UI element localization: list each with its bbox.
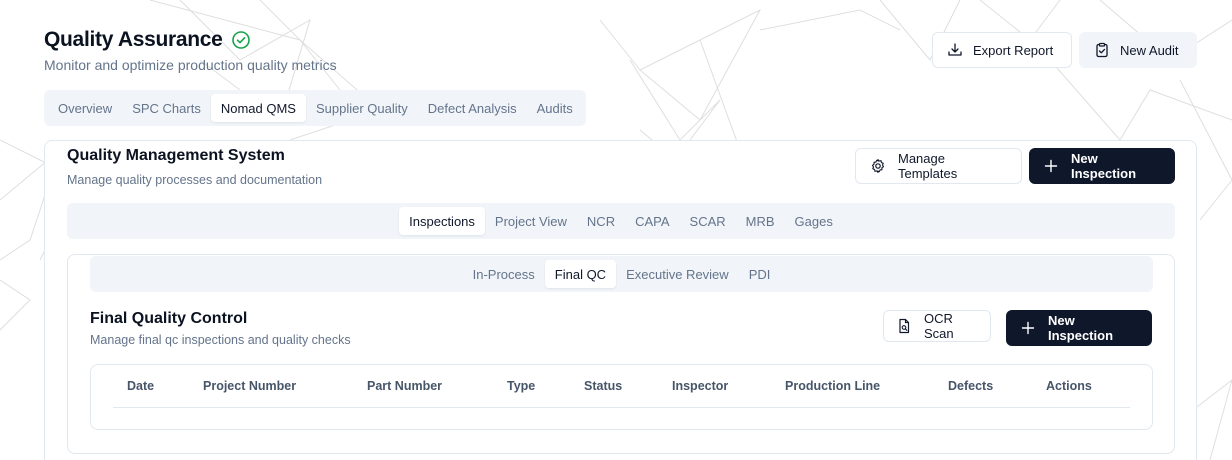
- qms-tabs: Inspections Project View NCR CAPA SCAR M…: [67, 203, 1175, 239]
- page: Quality Assurance Monitor and optimize p…: [0, 0, 1232, 460]
- tab-inspections[interactable]: Inspections: [399, 207, 485, 235]
- clipboard-check-icon: [1094, 42, 1110, 58]
- download-tray-icon: [947, 42, 963, 58]
- qms-card: Quality Management System Manage quality…: [44, 140, 1197, 460]
- col-actions[interactable]: Actions: [1046, 379, 1092, 393]
- tab-in-process[interactable]: In-Process: [463, 260, 545, 288]
- gear-icon: [870, 158, 886, 174]
- export-report-button[interactable]: Export Report: [932, 32, 1072, 68]
- tab-spc-charts[interactable]: SPC Charts: [122, 94, 211, 122]
- tab-nomad-qms[interactable]: Nomad QMS: [210, 94, 306, 122]
- page-subtitle: Monitor and optimize production quality …: [44, 57, 337, 73]
- tab-gages[interactable]: Gages: [785, 207, 843, 235]
- ocr-scan-label: OCR Scan: [924, 311, 954, 341]
- plus-icon: [1020, 320, 1036, 336]
- tab-scar[interactable]: SCAR: [680, 207, 736, 235]
- manage-templates-button[interactable]: Manage Templates: [855, 148, 1022, 184]
- file-scan-icon: [896, 318, 912, 334]
- main-tabs: Overview SPC Charts Nomad QMS Supplier Q…: [44, 90, 586, 126]
- col-project-number[interactable]: Project Number: [203, 379, 296, 393]
- tab-audits[interactable]: Audits: [527, 94, 583, 122]
- col-status[interactable]: Status: [584, 379, 622, 393]
- check-circle-icon: [231, 30, 251, 50]
- final-qc-title: Final Quality Control: [90, 310, 248, 327]
- plus-icon: [1043, 158, 1059, 174]
- final-qc-subtitle: Manage final qc inspections and quality …: [90, 333, 351, 347]
- page-title-row: Quality Assurance: [44, 28, 251, 52]
- inspections-card: In-Process Final QC Executive Review PDI…: [67, 254, 1175, 454]
- qms-title: Quality Management System: [67, 147, 285, 164]
- col-part-number[interactable]: Part Number: [367, 379, 442, 393]
- page-title: Quality Assurance: [44, 28, 223, 51]
- col-type[interactable]: Type: [507, 379, 535, 393]
- inspection-stage-tabs: In-Process Final QC Executive Review PDI: [90, 256, 1153, 292]
- new-final-inspection-button[interactable]: New Inspection: [1006, 310, 1152, 346]
- new-final-inspection-label: New Inspection: [1048, 313, 1114, 343]
- tab-overview[interactable]: Overview: [48, 94, 122, 122]
- qms-subtitle: Manage quality processes and documentati…: [67, 173, 323, 187]
- export-report-label: Export Report: [973, 42, 1054, 58]
- col-inspector[interactable]: Inspector: [672, 379, 728, 393]
- tab-mrb[interactable]: MRB: [736, 207, 785, 235]
- col-date[interactable]: Date: [127, 379, 154, 393]
- col-defects[interactable]: Defects: [948, 379, 993, 393]
- tab-defect-analysis[interactable]: Defect Analysis: [418, 94, 527, 122]
- tab-pdi[interactable]: PDI: [739, 260, 781, 288]
- inspections-table: Date Project Number Part Number Type Sta…: [90, 364, 1153, 430]
- tab-ncr[interactable]: NCR: [577, 207, 625, 235]
- new-inspection-label: New Inspection: [1071, 151, 1137, 181]
- tab-executive-review[interactable]: Executive Review: [616, 260, 739, 288]
- new-inspection-button[interactable]: New Inspection: [1029, 148, 1175, 184]
- ocr-scan-button[interactable]: OCR Scan: [883, 310, 991, 342]
- col-production-line[interactable]: Production Line: [785, 379, 880, 393]
- tab-capa[interactable]: CAPA: [625, 207, 679, 235]
- table-header: Date Project Number Part Number Type Sta…: [113, 365, 1130, 408]
- tab-final-qc[interactable]: Final QC: [544, 260, 617, 288]
- tab-project-view[interactable]: Project View: [485, 207, 577, 235]
- new-audit-label: New Audit: [1120, 42, 1179, 58]
- new-audit-button[interactable]: New Audit: [1079, 32, 1197, 68]
- manage-templates-label: Manage Templates: [898, 151, 958, 181]
- tab-supplier-quality[interactable]: Supplier Quality: [306, 94, 418, 122]
